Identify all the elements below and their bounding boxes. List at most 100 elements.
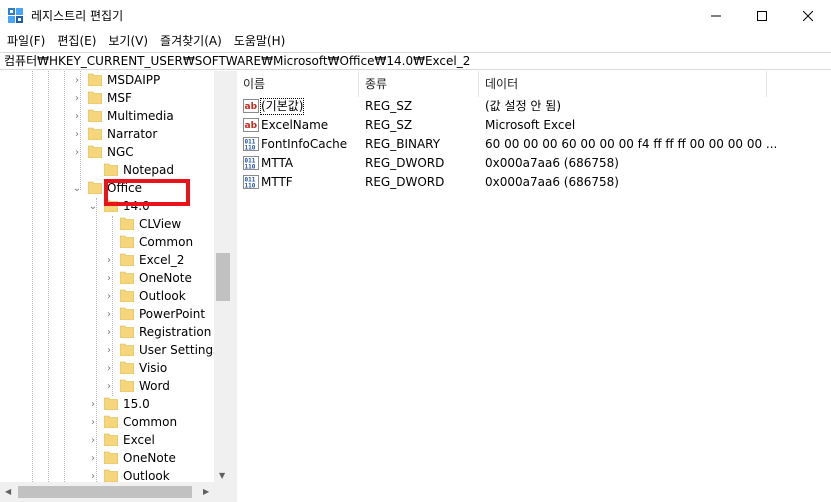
folder-icon bbox=[104, 469, 118, 482]
chevron-right-icon[interactable]: › bbox=[72, 145, 82, 159]
tree-item[interactable]: › Registration bbox=[0, 323, 214, 341]
svg-text:110: 110 bbox=[245, 145, 256, 152]
tree-item[interactable]: › Excel_2 bbox=[0, 251, 214, 269]
value-row[interactable]: 011 110 MTTF REG_DWORD 0x000a7aa6 (686758) bbox=[237, 173, 831, 192]
tree-item[interactable]: › User Settings bbox=[0, 341, 219, 359]
folder-icon bbox=[104, 451, 118, 464]
chevron-right-icon[interactable]: › bbox=[72, 73, 82, 87]
tree-item[interactable]: › PowerPoint bbox=[0, 305, 214, 323]
tree-item-label: Common bbox=[123, 415, 178, 429]
tree-item[interactable]: › Visio bbox=[0, 359, 214, 377]
tree-item-label: Notepad bbox=[123, 163, 174, 177]
chevron-down-icon[interactable]: ⌄ bbox=[88, 199, 98, 213]
column-header-type[interactable]: 종류 bbox=[359, 71, 479, 97]
folder-icon bbox=[120, 325, 134, 338]
folder-icon bbox=[88, 181, 102, 194]
tree-item-label: MSF bbox=[107, 91, 132, 105]
folder-icon bbox=[120, 235, 134, 248]
chevron-right-icon[interactable]: › bbox=[104, 379, 114, 393]
folder-icon bbox=[88, 127, 102, 140]
tree-item[interactable]: › 15.0 bbox=[0, 395, 214, 413]
folder-icon bbox=[120, 307, 134, 320]
chevron-right-icon[interactable]: › bbox=[104, 325, 114, 339]
tree-item[interactable]: › OneNote bbox=[0, 449, 214, 467]
tree-hscroll-thumb[interactable] bbox=[18, 486, 192, 498]
chevron-down-icon[interactable]: ⌄ bbox=[72, 181, 82, 195]
chevron-right-icon[interactable]: › bbox=[72, 91, 82, 105]
tree-item[interactable]: CLView bbox=[0, 215, 214, 233]
scroll-down-icon[interactable]: ▼ bbox=[219, 471, 225, 480]
chevron-right-icon[interactable]: › bbox=[88, 451, 98, 465]
menu-bar: 파일(F) 편집(E) 보기(V) 즐겨찾기(A) 도움말(H) bbox=[0, 31, 831, 51]
chevron-right-icon[interactable]: › bbox=[104, 289, 114, 303]
folder-icon bbox=[120, 379, 134, 392]
chevron-right-icon bbox=[104, 235, 114, 249]
tree-item[interactable]: › MSDAIPP bbox=[0, 71, 214, 89]
chevron-right-icon[interactable]: › bbox=[88, 433, 98, 447]
title-bar: 레지스트리 편집기 bbox=[0, 0, 831, 31]
chevron-right-icon[interactable]: › bbox=[88, 469, 98, 483]
chevron-right-icon[interactable]: › bbox=[104, 253, 114, 267]
value-row[interactable]: 011 110 MTTA REG_DWORD 0x000a7aa6 (686758) bbox=[237, 154, 831, 173]
chevron-right-icon[interactable]: › bbox=[72, 127, 82, 141]
tree-item[interactable]: › Narrator bbox=[0, 125, 214, 143]
scroll-right-icon[interactable]: ▶ bbox=[203, 487, 209, 496]
tree-horizontal-scrollbar[interactable]: ◀ ▶ bbox=[0, 482, 232, 502]
menu-file[interactable]: 파일(F) bbox=[0, 31, 51, 51]
tree-item-label: OneNote bbox=[139, 271, 192, 285]
value-row[interactable]: 011 110 FontInfoCache REG_BINARY 60 00 00 00… bbox=[237, 135, 831, 154]
chevron-right-icon bbox=[88, 163, 98, 177]
tree-item-label: Narrator bbox=[107, 127, 158, 141]
value-data: 60 00 00 00 60 00 00 00 f4 ff ff ff 00 0… bbox=[485, 137, 778, 151]
folder-icon bbox=[120, 361, 134, 374]
value-name: FontInfoCache bbox=[261, 137, 348, 151]
tree-item-label: Word bbox=[139, 379, 170, 393]
scroll-left-icon[interactable]: ◀ bbox=[5, 487, 11, 496]
svg-text:ab: ab bbox=[245, 102, 258, 112]
menu-favorites[interactable]: 즐겨찾기(A) bbox=[154, 31, 228, 51]
tree-item[interactable]: › MSF bbox=[0, 89, 214, 107]
maximize-icon bbox=[757, 10, 767, 21]
tree-item-label: 15.0 bbox=[123, 397, 150, 411]
tree-item-label: Visio bbox=[139, 361, 168, 375]
chevron-right-icon[interactable]: › bbox=[104, 271, 114, 285]
close-button[interactable] bbox=[785, 0, 831, 31]
tree-item[interactable]: › Word bbox=[0, 377, 214, 395]
value-row[interactable]: ab (기본값) REG_SZ (값 설정 안 됨) bbox=[237, 97, 831, 116]
tree-item[interactable]: Common bbox=[0, 233, 214, 251]
menu-help[interactable]: 도움말(H) bbox=[228, 31, 292, 51]
menu-view[interactable]: 보기(V) bbox=[102, 31, 154, 51]
chevron-right-icon[interactable]: › bbox=[72, 109, 82, 123]
value-row[interactable]: ab ExcelName REG_SZ Microsoft Excel bbox=[237, 116, 831, 135]
tree-item[interactable]: › Multimedia bbox=[0, 107, 214, 125]
tree-vertical-scrollbar[interactable]: ▼ bbox=[214, 71, 232, 482]
tree-item[interactable]: › Excel bbox=[0, 431, 214, 449]
chevron-right-icon[interactable]: › bbox=[104, 343, 114, 357]
chevron-right-icon[interactable]: › bbox=[88, 415, 98, 429]
tree-item-label: NGC bbox=[107, 145, 134, 159]
tree-item[interactable]: › Common bbox=[0, 413, 214, 431]
folder-icon bbox=[88, 109, 102, 122]
menu-edit[interactable]: 편집(E) bbox=[51, 31, 102, 51]
value-type: REG_DWORD bbox=[365, 156, 445, 170]
value-type: REG_BINARY bbox=[365, 137, 441, 151]
binary-value-icon: 011110 bbox=[243, 175, 259, 190]
minimize-button[interactable] bbox=[693, 0, 739, 31]
tree-item[interactable]: › OneNote bbox=[0, 269, 214, 287]
svg-text:110: 110 bbox=[245, 164, 256, 171]
tree-item-label: PowerPoint bbox=[139, 307, 206, 321]
column-header-data[interactable]: 데이터 bbox=[479, 71, 767, 97]
column-header-name[interactable]: 이름 bbox=[237, 71, 359, 97]
tree-scroll-thumb[interactable] bbox=[216, 253, 230, 301]
chevron-right-icon[interactable]: › bbox=[88, 397, 98, 411]
maximize-button[interactable] bbox=[739, 0, 785, 31]
tree-item[interactable]: › Outlook bbox=[0, 287, 214, 305]
address-bar[interactable]: 컴퓨터₩HKEY_CURRENT_USER₩SOFTWARE₩Microsoft… bbox=[0, 52, 831, 70]
chevron-right-icon[interactable]: › bbox=[104, 307, 114, 321]
tree-item-label: Excel_2 bbox=[139, 253, 185, 267]
tree-item-label: Multimedia bbox=[107, 109, 174, 123]
svg-text:110: 110 bbox=[245, 183, 256, 190]
tree-item[interactable]: › NGC bbox=[0, 143, 214, 161]
tree-item[interactable]: Notepad bbox=[0, 161, 214, 179]
chevron-right-icon[interactable]: › bbox=[104, 361, 114, 375]
